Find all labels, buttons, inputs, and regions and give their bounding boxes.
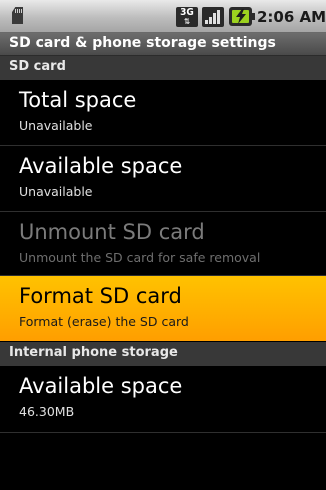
- 3g-icon: 3G ⇅: [176, 7, 198, 27]
- section-header-label: Internal phone storage: [9, 345, 178, 360]
- pref-available-space-sd[interactable]: Available space Unavailable: [0, 146, 326, 211]
- status-bar: 3G ⇅ 2:06 AM: [0, 0, 326, 33]
- battery-charging-icon: [229, 7, 255, 26]
- pref-summary: 46.30MB: [19, 404, 75, 419]
- section-header-internal-storage: Internal phone storage: [0, 342, 326, 366]
- divider: [0, 432, 326, 433]
- section-header-label: SD card: [9, 59, 66, 74]
- pref-unmount-sd-card: Unmount SD card Unmount the SD card for …: [0, 212, 326, 277]
- signal-icon: [202, 7, 224, 27]
- pref-summary: Unavailable: [19, 184, 93, 199]
- section-header-sd-card: SD card: [0, 56, 326, 80]
- pref-title: Total space: [19, 88, 137, 112]
- pref-available-space-internal[interactable]: Available space 46.30MB: [0, 366, 326, 431]
- pref-title: Available space: [19, 154, 183, 178]
- pref-title: Unmount SD card: [19, 220, 205, 244]
- pref-summary: Unavailable: [19, 118, 93, 133]
- pref-summary: Format (erase) the SD card: [19, 314, 189, 329]
- data-arrows-icon: ⇅: [183, 17, 191, 26]
- pref-summary: Unmount the SD card for safe removal: [19, 250, 261, 265]
- status-clock: 2:06 AM: [257, 8, 326, 26]
- title-bar: SD card & phone storage settings: [0, 33, 326, 56]
- pref-format-sd-card[interactable]: Format SD card Format (erase) the SD car…: [0, 276, 326, 341]
- pref-total-space[interactable]: Total space Unavailable: [0, 80, 326, 145]
- pref-title: Available space: [19, 374, 183, 398]
- page-title: SD card & phone storage settings: [9, 35, 276, 51]
- pref-title: Format SD card: [19, 284, 182, 308]
- sd-card-icon: [12, 7, 23, 24]
